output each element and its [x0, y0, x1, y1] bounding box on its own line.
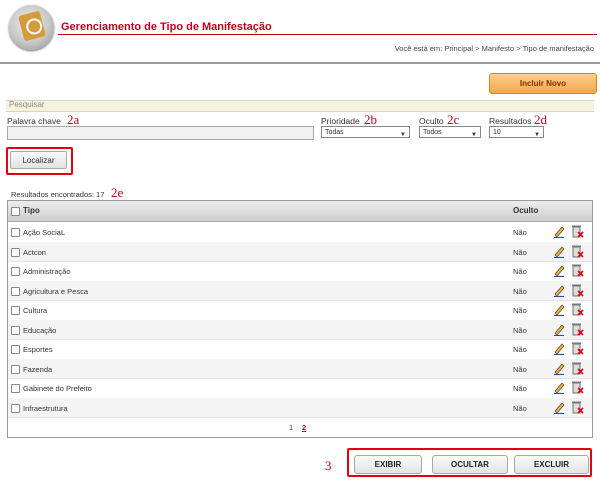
incluir-novo-button[interactable]: Incluir Novo: [489, 73, 597, 94]
delete-icon[interactable]: [571, 380, 584, 394]
table-row[interactable]: Actcon Não: [8, 241, 592, 262]
cell-tipo: Actcon: [23, 247, 46, 257]
search-section-label: Pesquisar: [9, 100, 45, 109]
localizar-button[interactable]: Localizar: [10, 151, 67, 169]
row-checkbox[interactable]: [11, 228, 20, 237]
resultados-value: 10: [493, 129, 501, 136]
header-separator: [0, 62, 600, 64]
cell-tipo: Educação: [23, 325, 57, 335]
col-tipo-header[interactable]: Tipo: [23, 206, 40, 215]
cell-tipo: Esportes: [23, 345, 53, 354]
table-row[interactable]: Educação Não: [8, 319, 592, 340]
delete-icon[interactable]: [571, 361, 584, 375]
prioridade-label: Prioridade: [321, 116, 360, 126]
row-checkbox[interactable]: [11, 325, 20, 335]
oculto-label: Oculto: [419, 116, 444, 126]
edit-icon[interactable]: [553, 401, 565, 414]
cell-oculto: Não: [513, 228, 527, 237]
cell-tipo: Ação SociaL: [23, 228, 66, 237]
cell-tipo: Cultura: [23, 306, 48, 315]
table-row[interactable]: Esportes Não: [8, 339, 592, 360]
ocultar-button[interactable]: OCULTAR: [432, 455, 508, 474]
annotation-2e: 2e: [111, 185, 124, 200]
page-title: Gerenciamento de Tipo de Manifestação: [61, 21, 272, 33]
breadcrumb[interactable]: Você está em: Principal > Manifesto > Ti…: [395, 44, 594, 53]
page-link-2[interactable]: 2: [302, 423, 306, 432]
table-row[interactable]: Cultura Não: [8, 300, 592, 321]
table-row[interactable]: Gabinete do Prefeito Não: [8, 378, 592, 399]
cell-oculto: Não: [513, 384, 527, 393]
chevron-down-icon: ▼: [471, 132, 477, 138]
cell-oculto: Não: [513, 267, 527, 276]
resultados-select[interactable]: 10 ▼: [489, 126, 544, 138]
row-checkbox[interactable]: [11, 364, 20, 374]
chevron-down-icon: ▼: [400, 132, 406, 138]
edit-icon[interactable]: [553, 303, 565, 316]
delete-icon[interactable]: [571, 302, 584, 316]
edit-icon[interactable]: [553, 225, 565, 238]
cell-oculto: Não: [513, 403, 527, 413]
delete-icon[interactable]: [571, 244, 584, 258]
prioridade-value: Todas: [325, 129, 344, 136]
cell-oculto: Não: [513, 306, 527, 315]
delete-icon[interactable]: [571, 283, 584, 297]
cell-oculto: Não: [513, 345, 527, 354]
keyword-input[interactable]: [7, 126, 314, 140]
edit-icon[interactable]: [553, 342, 565, 355]
table-header: Tipo Oculto: [8, 201, 592, 222]
cell-oculto: Não: [513, 325, 527, 335]
edit-icon[interactable]: [553, 264, 565, 277]
cell-tipo: Agricultura e Pesca: [23, 286, 89, 296]
cell-oculto: Não: [513, 286, 527, 296]
delete-icon[interactable]: [571, 224, 584, 238]
oculto-value: Todos: [423, 129, 442, 136]
resultados-label: Resultados: [489, 116, 532, 126]
select-all-checkbox[interactable]: [11, 207, 20, 216]
delete-icon[interactable]: [571, 400, 584, 414]
oculto-select[interactable]: Todos ▼: [419, 126, 481, 138]
delete-icon[interactable]: [571, 263, 584, 277]
chevron-down-icon: ▼: [534, 132, 540, 138]
row-checkbox[interactable]: [11, 247, 20, 257]
exibir-button[interactable]: EXIBIR: [354, 455, 422, 474]
excluir-button[interactable]: EXCLUIR: [514, 455, 589, 474]
row-checkbox[interactable]: [11, 306, 20, 315]
delete-icon[interactable]: [571, 322, 584, 336]
table-row[interactable]: Fazenda Não: [8, 358, 592, 379]
results-table: Tipo Oculto Ação SociaL Não Actcon Não A…: [7, 200, 593, 438]
app-logo: [9, 5, 54, 50]
phone-icon: [18, 10, 46, 42]
cell-oculto: Não: [513, 364, 527, 374]
cell-oculto: Não: [513, 247, 527, 257]
delete-icon[interactable]: [571, 341, 584, 355]
search-section-bar: [6, 100, 594, 112]
edit-icon[interactable]: [553, 362, 565, 375]
edit-icon[interactable]: [553, 245, 565, 258]
cell-tipo: Infraestrutura: [23, 403, 68, 413]
cell-tipo: Administração: [23, 267, 71, 276]
table-row[interactable]: Agricultura e Pesca Não: [8, 280, 592, 301]
keyword-label: Palavra chave: [7, 116, 61, 126]
cell-tipo: Gabinete do Prefeito: [23, 384, 92, 393]
table-row[interactable]: Administração Não: [8, 261, 592, 282]
table-row[interactable]: Infraestrutura Não: [8, 397, 592, 418]
edit-icon[interactable]: [553, 381, 565, 394]
edit-icon[interactable]: [553, 323, 565, 336]
row-checkbox[interactable]: [11, 345, 20, 354]
row-checkbox[interactable]: [11, 403, 20, 413]
row-checkbox[interactable]: [11, 286, 20, 296]
title-divider: [58, 34, 597, 35]
results-count: Resultados encontrados: 17: [11, 190, 105, 199]
row-checkbox[interactable]: [11, 267, 20, 276]
edit-icon[interactable]: [553, 284, 565, 297]
cell-tipo: Fazenda: [23, 364, 53, 374]
table-row[interactable]: Ação SociaL Não: [8, 222, 592, 243]
col-oculto-header[interactable]: Oculto: [513, 206, 538, 215]
page-link-1[interactable]: 1: [289, 423, 293, 432]
annotation-3: 3: [325, 458, 332, 473]
row-checkbox[interactable]: [11, 384, 20, 393]
prioridade-select[interactable]: Todas ▼: [321, 126, 410, 138]
